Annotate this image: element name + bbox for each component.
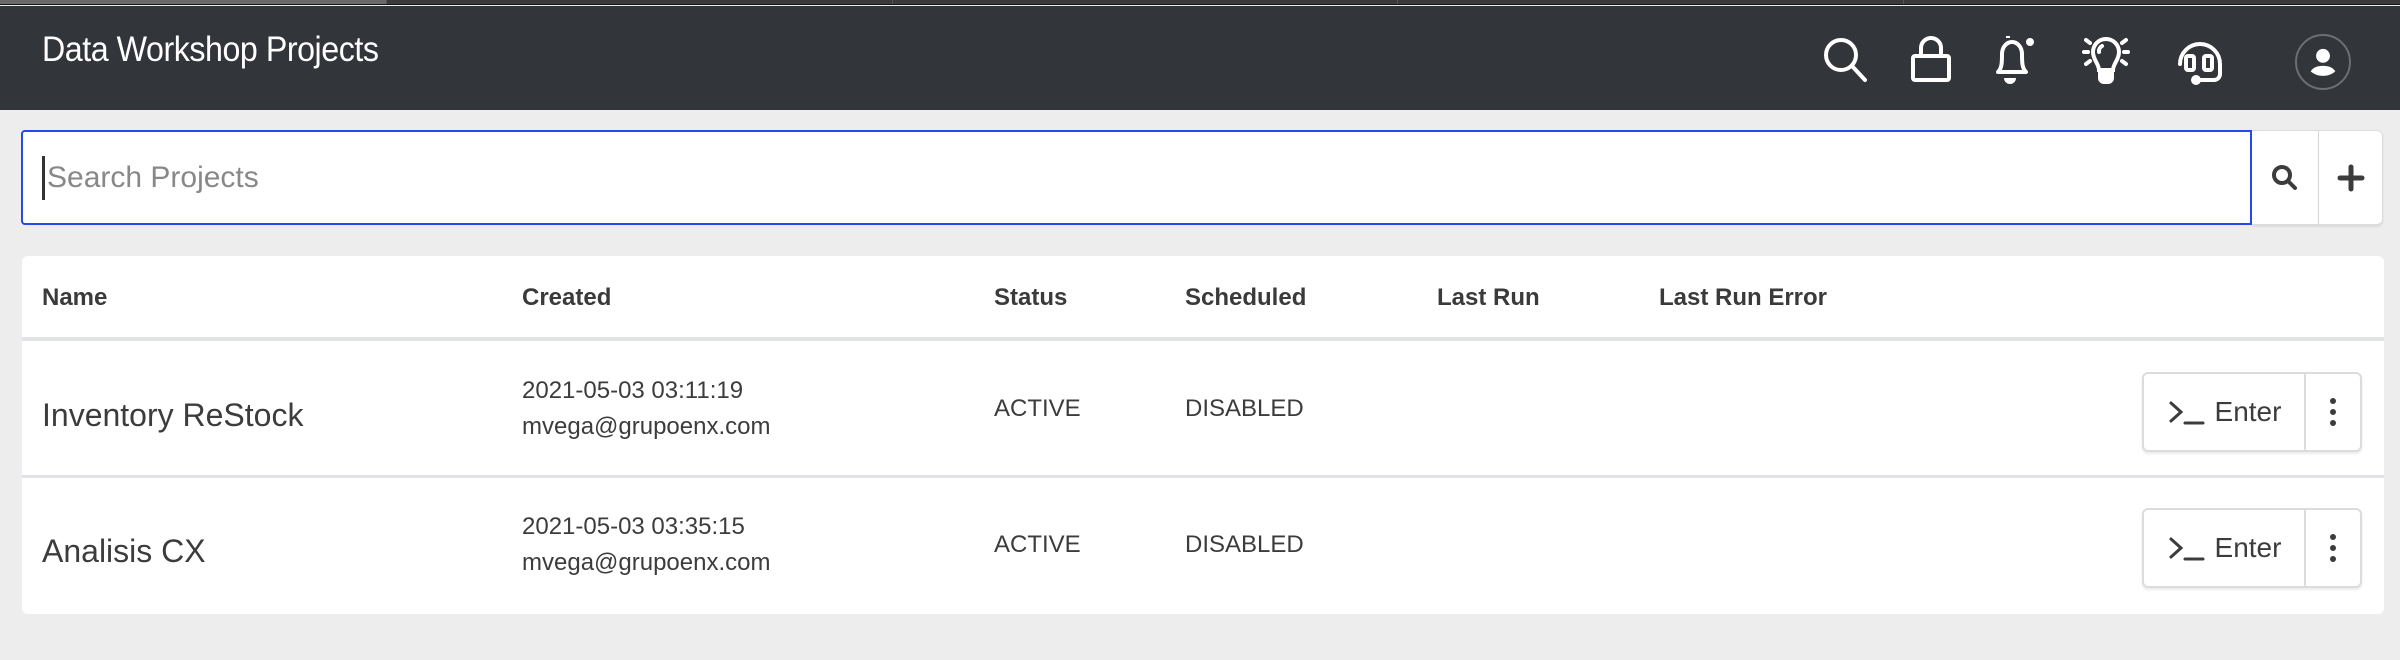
search-icon: [2272, 164, 2297, 190]
user-avatar-icon: [2310, 48, 2336, 76]
project-name[interactable]: Inventory ReStock: [42, 397, 303, 434]
created-cell: 2021-05-03 03:11:19 mvega@grupoenx.com: [522, 373, 770, 445]
created-cell: 2021-05-03 03:35:15 mvega@grupoenx.com: [522, 509, 770, 581]
project-name[interactable]: Analisis CX: [42, 533, 206, 570]
created-by: mvega@grupoenx.com: [522, 549, 771, 576]
status-value: ACTIVE: [994, 395, 1081, 422]
notification-badge-dot: [2026, 38, 2034, 46]
lightbulb-icon: [2082, 37, 2130, 84]
created-date: 2021-05-03 03:11:19: [522, 377, 744, 404]
header-search-button[interactable]: [1818, 32, 1874, 88]
enter-button-label: Enter: [2214, 532, 2282, 563]
browser-tab[interactable]: [1398, 0, 1904, 4]
header-notifications-button[interactable]: [1988, 32, 2044, 88]
terminal-prompt-icon: [2169, 537, 2205, 561]
status-value: ACTIVE: [994, 531, 1081, 558]
scheduled-value: DISABLED: [1185, 395, 1304, 422]
column-header-created[interactable]: Created: [522, 284, 611, 312]
row-actions: Enter: [2142, 372, 2362, 452]
column-header-last-run[interactable]: Last Run: [1437, 284, 1540, 312]
headset-icon: [2178, 42, 2222, 85]
browser-tab[interactable]: [1904, 0, 2400, 4]
column-header-scheduled[interactable]: Scheduled: [1185, 284, 1306, 312]
row-actions: Enter: [2142, 508, 2362, 588]
table-row[interactable]: Analisis CX 2021-05-03 03:35:15 mvega@gr…: [22, 481, 2384, 614]
vertical-ellipsis-icon: [2330, 398, 2336, 426]
terminal-prompt-icon: [2169, 401, 2205, 425]
app-title: Data Workshop Projects: [42, 30, 379, 69]
search-field-wrapper: [21, 130, 2252, 225]
text-caret: [42, 156, 45, 200]
column-header-status[interactable]: Status: [994, 284, 1067, 312]
row-more-options-button[interactable]: [2306, 374, 2360, 450]
bell-icon: [1996, 36, 2034, 84]
browser-tab-strip: [0, 0, 2400, 5]
table-header: Name Created Status Scheduled Last Run L…: [22, 256, 2384, 341]
column-header-last-run-error[interactable]: Last Run Error: [1659, 284, 1827, 312]
projects-table: Name Created Status Scheduled Last Run L…: [22, 256, 2384, 614]
created-date: 2021-05-03 03:35:15: [522, 513, 745, 540]
vertical-ellipsis-icon: [2330, 534, 2336, 562]
user-account-button[interactable]: [2295, 34, 2351, 90]
scheduled-value: DISABLED: [1185, 531, 1304, 558]
enter-project-button[interactable]: Enter: [2144, 510, 2306, 586]
header-ideas-button[interactable]: [2078, 32, 2134, 88]
plus-icon: [2337, 164, 2364, 191]
header-lock-button[interactable]: [1903, 32, 1959, 88]
browser-tab[interactable]: [387, 0, 893, 4]
search-icon: [1824, 38, 1867, 82]
enter-button-label: Enter: [2214, 396, 2282, 427]
table-row[interactable]: Inventory ReStock 2021-05-03 03:11:19 mv…: [22, 345, 2384, 478]
browser-tab-active[interactable]: [0, 0, 387, 4]
header-support-button[interactable]: [2172, 32, 2228, 88]
add-project-button[interactable]: [2319, 130, 2383, 225]
project-search-bar: [21, 130, 2383, 225]
search-submit-button[interactable]: [2252, 130, 2319, 225]
created-by: mvega@grupoenx.com: [522, 413, 771, 440]
app-header: Data Workshop Projects: [0, 6, 2400, 110]
column-header-name[interactable]: Name: [42, 284, 107, 312]
enter-project-button[interactable]: Enter: [2144, 374, 2306, 450]
lock-icon: [1911, 36, 1951, 82]
row-more-options-button[interactable]: [2306, 510, 2360, 586]
browser-tab[interactable]: [893, 0, 1398, 4]
search-projects-input[interactable]: [21, 130, 2252, 225]
